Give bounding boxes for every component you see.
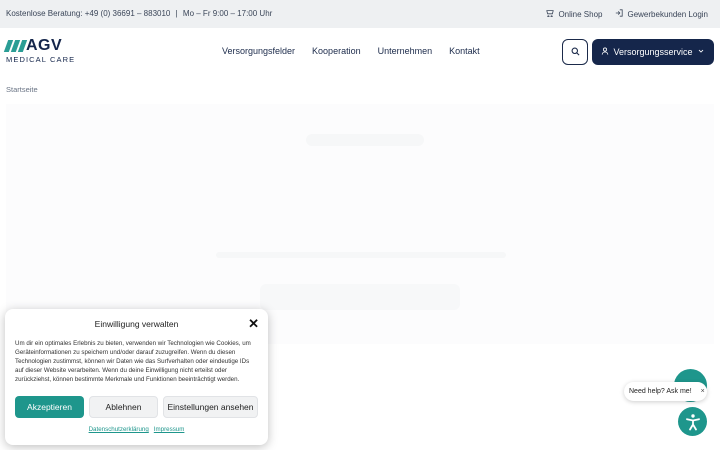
consent-title: Einwilligung verwalten <box>94 319 179 329</box>
nav-item-kontakt[interactable]: Kontakt <box>449 46 480 56</box>
online-shop-label: Online Shop <box>558 9 603 19</box>
chevron-down-icon <box>697 47 705 57</box>
topbar: Kostenlose Beratung: +49 (0) 36691 – 883… <box>0 0 720 28</box>
chat-close-icon[interactable]: × <box>701 388 705 395</box>
logo-mark <box>3 40 28 52</box>
nav-item-kooperation[interactable]: Kooperation <box>312 46 361 56</box>
hero-title <box>86 174 636 206</box>
hotline-info: Kostenlose Beratung: +49 (0) 36691 – 883… <box>6 9 272 18</box>
nav-item-versorgungsfelder[interactable]: Versorgungsfelder <box>222 46 295 56</box>
main-header: AGV MEDICAL CARE Versorgungsfelder Koope… <box>0 28 720 76</box>
breadcrumb[interactable]: Startseite <box>6 85 38 94</box>
close-icon[interactable]: ✕ <box>248 317 259 330</box>
hero-search-input[interactable] <box>260 284 460 310</box>
user-icon <box>601 47 609 57</box>
opening-hours: Mo – Fr 9:00 – 17:00 Uhr <box>182 9 273 18</box>
imprint-link[interactable]: Impressum <box>154 426 185 433</box>
business-login-label: Gewerbekunden Login <box>627 9 708 19</box>
online-shop-link[interactable]: Online Shop <box>546 9 602 19</box>
cookie-consent-dialog: Einwilligung verwalten ✕ Um dir ein opti… <box>5 309 268 445</box>
search-icon <box>571 43 580 61</box>
nav-item-unternehmen[interactable]: Unternehmen <box>378 46 433 56</box>
privacy-policy-link[interactable]: Datenschutzerklärung <box>89 426 149 433</box>
hotline-phone[interactable]: +49 (0) 36691 – 883010 <box>85 9 171 18</box>
hotline-label: Kostenlose Beratung: <box>6 9 83 18</box>
logo-subtext: MEDICAL CARE <box>6 55 76 64</box>
login-icon <box>615 9 624 19</box>
deny-button[interactable]: Ablehnen <box>89 396 158 418</box>
hero-section <box>6 104 714 344</box>
business-login-link[interactable]: Gewerbekunden Login <box>615 9 708 19</box>
hero-text <box>216 252 506 258</box>
shop-icon <box>546 9 555 19</box>
logo-text: AGV <box>26 37 63 54</box>
accept-button[interactable]: Akzeptieren <box>15 396 84 418</box>
chat-help-prompt[interactable]: Need help? Ask me! × <box>624 382 707 401</box>
versorgungsservice-button[interactable]: Versorgungsservice <box>592 39 714 65</box>
separator: | <box>175 9 178 18</box>
search-button[interactable] <box>562 39 588 65</box>
accessibility-icon[interactable] <box>678 407 707 436</box>
preferences-button[interactable]: Einstellungen ansehen <box>163 396 258 418</box>
chat-help-text: Need help? Ask me! <box>629 388 692 395</box>
consent-body: Um dir ein optimales Erlebnis zu bieten,… <box>15 340 251 383</box>
agv-logo[interactable]: AGV MEDICAL CARE <box>3 37 76 66</box>
main-nav: Versorgungsfelder Kooperation Unternehme… <box>222 46 480 56</box>
hero-badge <box>306 134 424 146</box>
versorgungsservice-label: Versorgungsservice <box>613 47 693 57</box>
